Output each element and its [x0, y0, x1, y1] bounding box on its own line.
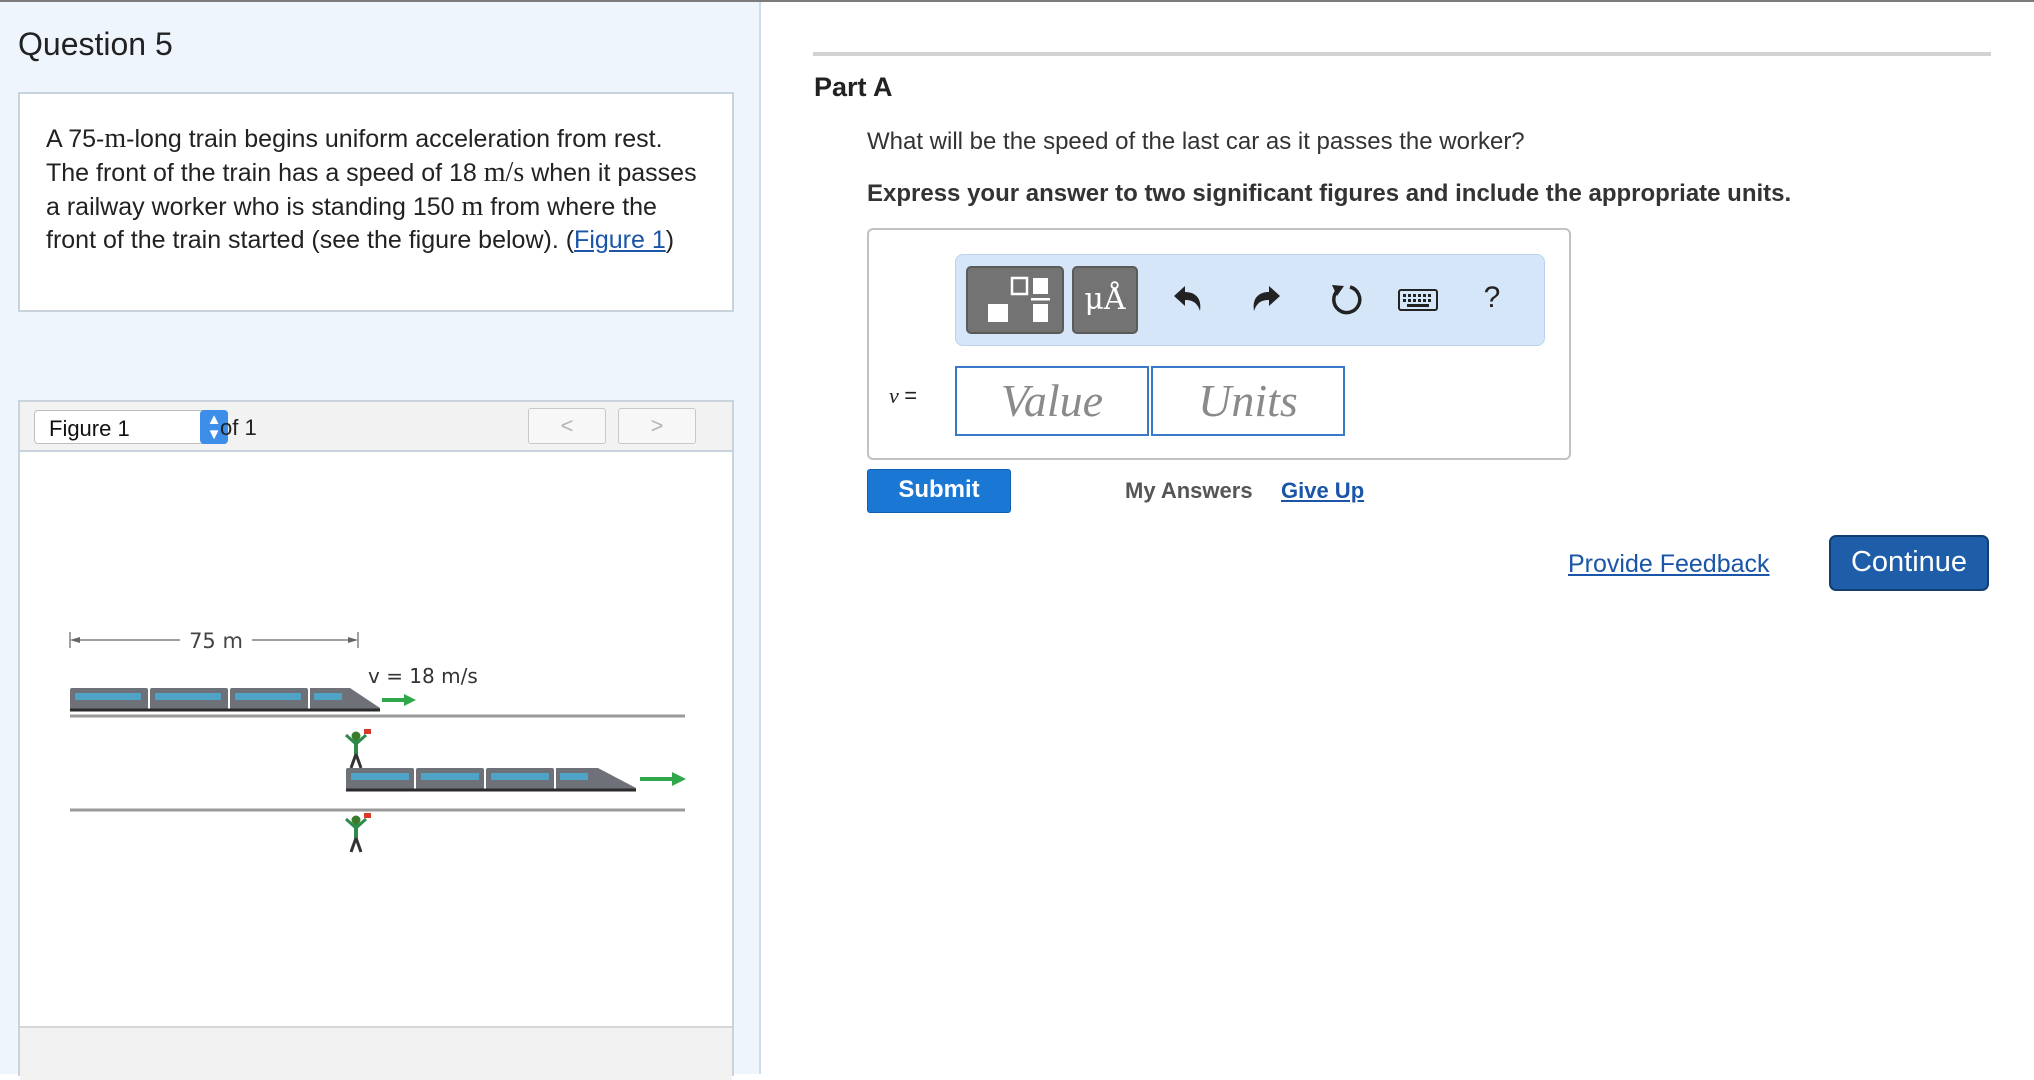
redo-icon[interactable] — [1248, 281, 1284, 317]
train-later — [346, 768, 686, 792]
unit-speed: m/s — [483, 157, 525, 188]
problem-text: A 75- — [46, 125, 105, 153]
loco-window — [314, 693, 342, 700]
worker-2 — [344, 813, 371, 853]
velocity-arrowhead — [404, 694, 416, 706]
loco-window — [560, 773, 588, 780]
math-toolbar: μÅ ? — [955, 254, 1545, 346]
arrowhead-left — [70, 637, 80, 643]
figure-select[interactable]: Figure 1 ▲ ▼ — [34, 410, 228, 444]
car-windows — [155, 693, 221, 700]
velocity-label: v = 18 m/s — [368, 664, 478, 688]
problem-statement: A 75-m-long train begins uniform acceler… — [18, 92, 734, 312]
figure-count: of 1 — [220, 415, 257, 440]
template-icon[interactable] — [966, 266, 1064, 334]
help-icon[interactable]: ? — [1474, 281, 1510, 317]
car-windows — [351, 773, 409, 780]
answer-pane: Part A What will be the speed of the las… — [763, 2, 2034, 1074]
figure-footer — [20, 1026, 732, 1080]
figure-panel: Figure 1 ▲ ▼ of 1 < > 75 m v = 18 m/s — [18, 400, 734, 1080]
provide-feedback-link[interactable]: Provide Feedback — [1568, 550, 1770, 579]
problem-text: ) — [665, 226, 675, 254]
continue-button[interactable]: Continue — [1829, 535, 1989, 591]
car-windows — [75, 693, 141, 700]
give-up-link[interactable]: Give Up — [1281, 478, 1364, 504]
question-title: Question 5 — [18, 26, 173, 62]
car-windows — [421, 773, 479, 780]
my-answers-link[interactable]: My Answers — [1125, 478, 1253, 504]
next-figure-button[interactable]: > — [618, 408, 696, 444]
equals-sign: = — [904, 383, 918, 408]
unit-meter: m — [104, 123, 127, 154]
keyboard-icon[interactable] — [1396, 281, 1440, 317]
value-input[interactable]: Value — [955, 366, 1149, 436]
figure-link[interactable]: Figure 1 — [574, 226, 666, 254]
train-start — [70, 688, 416, 712]
worker-1 — [344, 729, 371, 769]
unit-meter: m — [461, 191, 484, 222]
distance-label: 75 m — [189, 629, 243, 653]
units-input[interactable]: Units — [1151, 366, 1345, 436]
question-pane: Question 5 A 75-m-long train begins unif… — [0, 2, 761, 1080]
variable-symbol: v — [889, 383, 899, 408]
velocity-arrowhead — [672, 772, 686, 786]
car-windows — [491, 773, 549, 780]
figure-select-value: Figure 1 — [49, 416, 130, 441]
arrowhead-right — [348, 637, 358, 643]
part-divider — [813, 52, 1991, 56]
undo-icon[interactable] — [1170, 281, 1206, 317]
car-windows — [235, 693, 301, 700]
prev-figure-button[interactable]: < — [528, 408, 606, 444]
train-figure: 75 m v = 18 m/s — [69, 628, 686, 853]
figure-header: Figure 1 ▲ ▼ of 1 < > — [20, 402, 732, 452]
part-question: What will be the speed of the last car a… — [867, 128, 1525, 155]
part-title: Part A — [814, 72, 893, 102]
units-icon[interactable]: μÅ — [1072, 266, 1138, 334]
answer-box: μÅ ? v = Value Units — [867, 228, 1571, 460]
part-instruction: Express your answer to two significant f… — [867, 180, 1792, 207]
variable-label: v = — [889, 383, 917, 409]
reset-icon[interactable] — [1328, 281, 1364, 317]
submit-button[interactable]: Submit — [867, 469, 1011, 513]
